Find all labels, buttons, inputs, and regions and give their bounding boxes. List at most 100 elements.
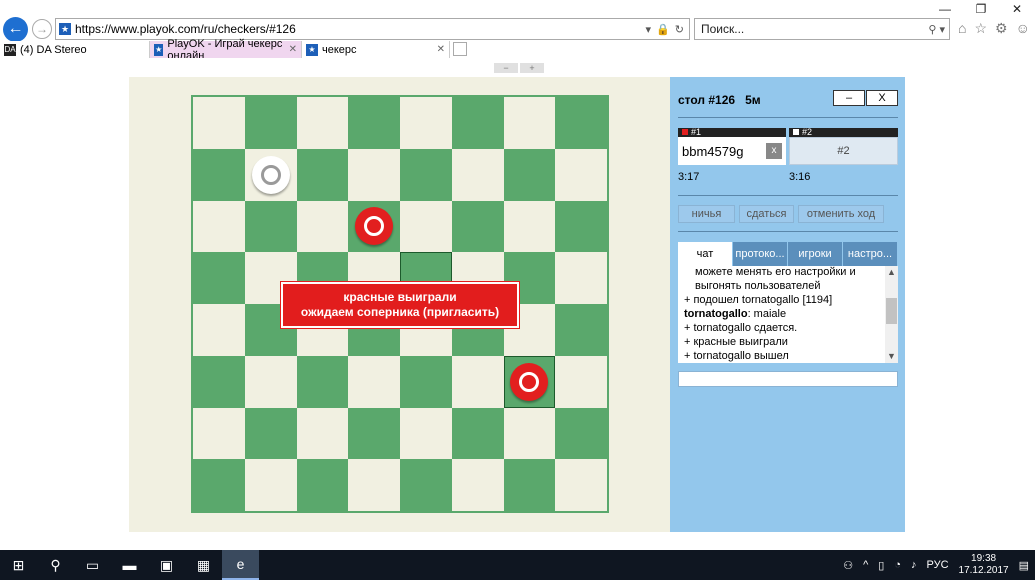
chat-username[interactable]: tornatogallo xyxy=(684,308,748,320)
board-square[interactable] xyxy=(244,200,297,253)
settings-gear-icon[interactable]: ⚙ xyxy=(995,20,1008,37)
lock-icon[interactable]: 🔒 xyxy=(656,23,670,36)
board-square[interactable] xyxy=(400,355,452,408)
tab-playok[interactable]: ★ PlayOK - Играй чекерс онлайн ✕ xyxy=(150,38,302,62)
minimize-panel-button[interactable]: – xyxy=(833,90,865,106)
chat-input[interactable] xyxy=(678,371,898,387)
tab-settings[interactable]: настро... xyxy=(843,242,898,266)
board-square[interactable] xyxy=(348,200,400,253)
close-window-button[interactable]: ✕ xyxy=(999,0,1035,18)
home-icon[interactable]: ⌂ xyxy=(958,20,966,37)
board-square[interactable] xyxy=(503,97,556,149)
board-square[interactable] xyxy=(296,407,349,460)
board-square[interactable] xyxy=(555,304,607,356)
minimize-button[interactable]: — xyxy=(927,0,963,18)
board-square[interactable] xyxy=(555,355,607,408)
people-icon[interactable]: ⚇ xyxy=(843,559,853,572)
address-url[interactable]: https://www.playok.com/ru/checkers/#126 xyxy=(75,22,296,36)
tab-checkers[interactable]: ★ чекерс ✕ xyxy=(302,41,450,58)
board-square[interactable] xyxy=(244,355,297,408)
favorites-star-icon[interactable]: ☆ xyxy=(974,20,987,37)
search-dropdown-icon[interactable]: ▾ xyxy=(646,23,652,36)
board-square[interactable] xyxy=(348,148,400,201)
board-square[interactable] xyxy=(348,459,400,511)
tab-log[interactable]: протоко... xyxy=(733,242,788,266)
board-square[interactable] xyxy=(244,407,297,460)
notifications-icon[interactable]: ▤ xyxy=(1019,559,1029,572)
zoom-in-button[interactable]: + xyxy=(520,63,544,73)
banner-invite-text[interactable]: ожидаем соперника (пригласить) xyxy=(283,305,517,320)
board-square[interactable] xyxy=(296,459,349,511)
address-bar[interactable]: ★ https://www.playok.com/ru/checkers/#12… xyxy=(55,18,690,40)
close-table-button[interactable]: X xyxy=(866,90,898,106)
board-square[interactable] xyxy=(244,97,297,149)
chat-log[interactable]: можете менять его настройки и выгонять по… xyxy=(678,266,898,363)
board-square[interactable] xyxy=(348,407,400,460)
tab-chat[interactable]: чат xyxy=(678,242,733,266)
file-explorer-icon[interactable]: ▬ xyxy=(111,550,148,580)
red-checker-piece[interactable] xyxy=(355,207,394,246)
board-square[interactable] xyxy=(555,200,607,253)
scroll-down-icon[interactable]: ▼ xyxy=(885,350,898,363)
search-box[interactable]: Поиск... ⚲ ▾ xyxy=(694,18,950,40)
tab-close-icon[interactable]: ✕ xyxy=(437,44,445,55)
board-square[interactable] xyxy=(244,148,297,201)
board-square[interactable] xyxy=(348,355,400,408)
board-square[interactable] xyxy=(451,407,504,460)
board-square[interactable] xyxy=(451,355,504,408)
board-square[interactable] xyxy=(193,304,245,356)
board-square[interactable] xyxy=(193,407,245,460)
seat2-sit-button[interactable]: #2 xyxy=(789,137,898,165)
board-square[interactable] xyxy=(244,459,297,511)
network-icon[interactable]: ▯ xyxy=(878,559,884,572)
scroll-thumb[interactable] xyxy=(886,298,897,324)
store-icon[interactable]: ▣ xyxy=(148,550,185,580)
new-tab-button[interactable] xyxy=(453,42,467,56)
smiley-feedback-icon[interactable]: ☺ xyxy=(1016,20,1030,37)
board-square[interactable] xyxy=(348,97,400,149)
board-square[interactable] xyxy=(400,148,452,201)
volume-icon[interactable]: ♪ xyxy=(911,559,917,571)
board-square[interactable] xyxy=(400,200,452,253)
board-square[interactable] xyxy=(555,459,607,511)
start-windows-icon[interactable]: ⊞ xyxy=(0,550,37,580)
board-square[interactable] xyxy=(503,148,556,201)
board-square[interactable] xyxy=(451,148,504,201)
board-square[interactable] xyxy=(555,97,607,149)
resign-button[interactable]: сдаться xyxy=(739,205,794,223)
draw-button[interactable]: ничья xyxy=(678,205,735,223)
back-button[interactable]: ← xyxy=(3,17,28,42)
board-square[interactable] xyxy=(296,355,349,408)
show-hidden-icon[interactable]: ^ xyxy=(863,559,868,571)
board-square[interactable] xyxy=(193,355,245,408)
board-square[interactable] xyxy=(503,200,556,253)
white-checker-piece[interactable] xyxy=(251,155,290,194)
task-view-icon[interactable]: ▭ xyxy=(74,550,111,580)
internet-explorer-icon[interactable]: e xyxy=(222,550,259,580)
wifi-icon[interactable]: ◔ xyxy=(894,559,901,571)
board-square[interactable] xyxy=(451,459,504,511)
board-square[interactable] xyxy=(193,148,245,201)
kick-player-button[interactable]: x xyxy=(766,143,782,159)
scroll-up-icon[interactable]: ▲ xyxy=(885,266,898,279)
board-square[interactable] xyxy=(451,200,504,253)
board-square[interactable] xyxy=(555,148,607,201)
board-square[interactable] xyxy=(400,459,452,511)
player1-name[interactable]: bbm4579g xyxy=(682,144,743,159)
search-icon[interactable]: ⚲ xyxy=(37,550,74,580)
tab-players[interactable]: игроки xyxy=(788,242,843,266)
tab-da-stereo[interactable]: DA (4) DA Stereo xyxy=(0,41,150,58)
board-square[interactable] xyxy=(555,407,607,460)
board-square[interactable] xyxy=(193,252,245,304)
tab-close-icon[interactable]: ✕ xyxy=(289,44,297,55)
board-square[interactable] xyxy=(555,252,607,304)
board-square[interactable] xyxy=(451,97,504,149)
zoom-out-button[interactable]: − xyxy=(494,63,518,73)
game-result-banner[interactable]: красные выиграли ожидаем соперника (приг… xyxy=(281,282,519,328)
refresh-icon[interactable]: ↻ xyxy=(675,23,684,36)
input-language[interactable]: РУС xyxy=(927,559,949,571)
board-square[interactable] xyxy=(193,459,245,511)
board-square[interactable] xyxy=(296,97,349,149)
undo-button[interactable]: отменить ход xyxy=(798,205,884,223)
board-square[interactable] xyxy=(193,97,245,149)
